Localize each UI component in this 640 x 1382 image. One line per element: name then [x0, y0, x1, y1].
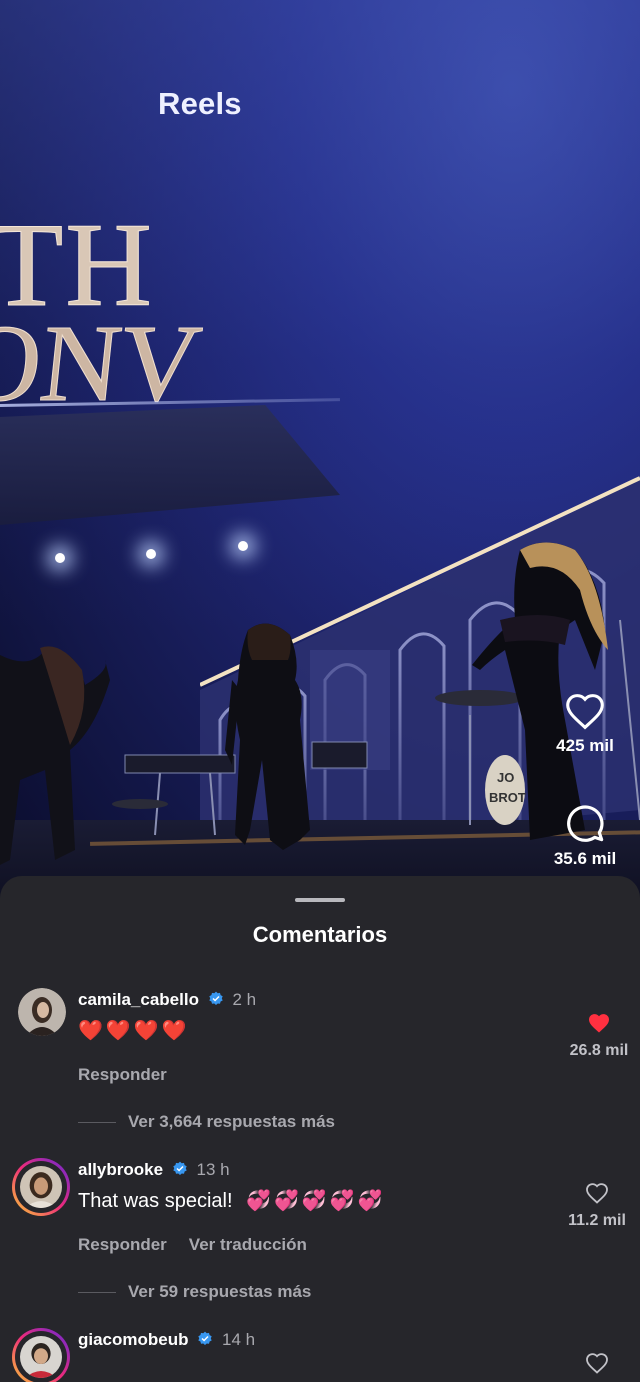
heart-filled-icon[interactable]: [587, 1012, 611, 1034]
comment-actions: Responder Ver traducción: [78, 1235, 307, 1255]
reel-comment-button[interactable]: 35.6 mil: [530, 803, 640, 869]
avatar[interactable]: [18, 988, 66, 1036]
comment-username-row[interactable]: giacomobeub 14 h: [78, 1330, 255, 1350]
replies-divider: [78, 1122, 116, 1124]
comments-sheet: Comentarios camila_cabello 2 h ❤️❤️❤️❤️ …: [0, 876, 640, 1382]
comments-sheet-title: Comentarios: [252, 922, 388, 947]
comment-emoji: 💞💞💞💞💞: [246, 1190, 386, 1212]
verified-badge-icon: [198, 1331, 212, 1345]
view-replies-label: Ver 59 respuestas más: [128, 1282, 312, 1301]
avatar-story-ring[interactable]: [12, 1328, 70, 1382]
comment-username-row[interactable]: allybrooke 13 h: [78, 1160, 230, 1180]
reply-button[interactable]: Responder: [78, 1065, 167, 1084]
reel-comment-count: 35.6 mil: [553, 849, 617, 868]
verified-badge-icon: [209, 991, 223, 1005]
translate-button[interactable]: Ver traducción: [189, 1235, 307, 1254]
reply-button[interactable]: Responder: [78, 1235, 167, 1254]
avatar-story-ring[interactable]: [12, 1158, 70, 1216]
heart-outline-icon[interactable]: [564, 692, 606, 730]
replies-divider: [78, 1292, 116, 1294]
view-replies-button[interactable]: Ver 59 respuestas más: [78, 1282, 311, 1302]
comment-username[interactable]: camila_cabello: [78, 990, 199, 1009]
comment-username[interactable]: giacomobeub: [78, 1330, 189, 1349]
reel-video[interactable]: TH ONV JO BROT: [0, 0, 640, 900]
comment-username-row[interactable]: camila_cabello 2 h: [78, 990, 256, 1010]
drum-text-2: BROT: [489, 790, 526, 805]
comment-text-row: That was special! 💞💞💞💞💞: [78, 1188, 386, 1213]
comment-time: 2 h: [232, 990, 257, 1009]
comment-username[interactable]: allybrooke: [78, 1160, 163, 1179]
heart-outline-icon[interactable]: [585, 1352, 609, 1374]
reel-like-button[interactable]: 425 mil: [530, 692, 640, 756]
comment-emoji: ❤️❤️❤️❤️: [78, 1020, 190, 1042]
stage-sign: TH ONV: [0, 198, 207, 421]
avatar-image: [18, 988, 66, 1036]
comment-like-count: 11.2 mil: [568, 1212, 626, 1229]
comment-text: ❤️❤️❤️❤️: [78, 1018, 190, 1043]
comment-like-button[interactable]: 26.8 mil: [568, 1012, 630, 1060]
reel-like-count: 425 mil: [556, 736, 614, 755]
comment-time: 13 h: [196, 1160, 230, 1179]
sheet-drag-handle[interactable]: [295, 898, 345, 902]
comment-like-count: 26.8 mil: [569, 1042, 629, 1059]
avatar-image: [20, 1336, 62, 1378]
comment-time: 14 h: [221, 1330, 256, 1349]
drum-text-1: JO: [497, 770, 514, 785]
view-replies-button[interactable]: Ver 3,664 respuestas más: [78, 1112, 335, 1132]
page-title: Reels: [158, 86, 242, 121]
verified-badge-icon: [173, 1161, 187, 1175]
heart-outline-icon[interactable]: [585, 1182, 609, 1204]
comment-text: That was special!: [78, 1190, 233, 1212]
comment-bubble-icon[interactable]: [565, 803, 605, 843]
comment-actions: Responder: [78, 1065, 167, 1085]
view-replies-label: Ver 3,664 respuestas más: [128, 1112, 335, 1131]
comment-like-button[interactable]: [566, 1352, 628, 1374]
avatar-image: [20, 1166, 62, 1208]
comment-like-button[interactable]: 11.2 mil: [566, 1182, 628, 1230]
